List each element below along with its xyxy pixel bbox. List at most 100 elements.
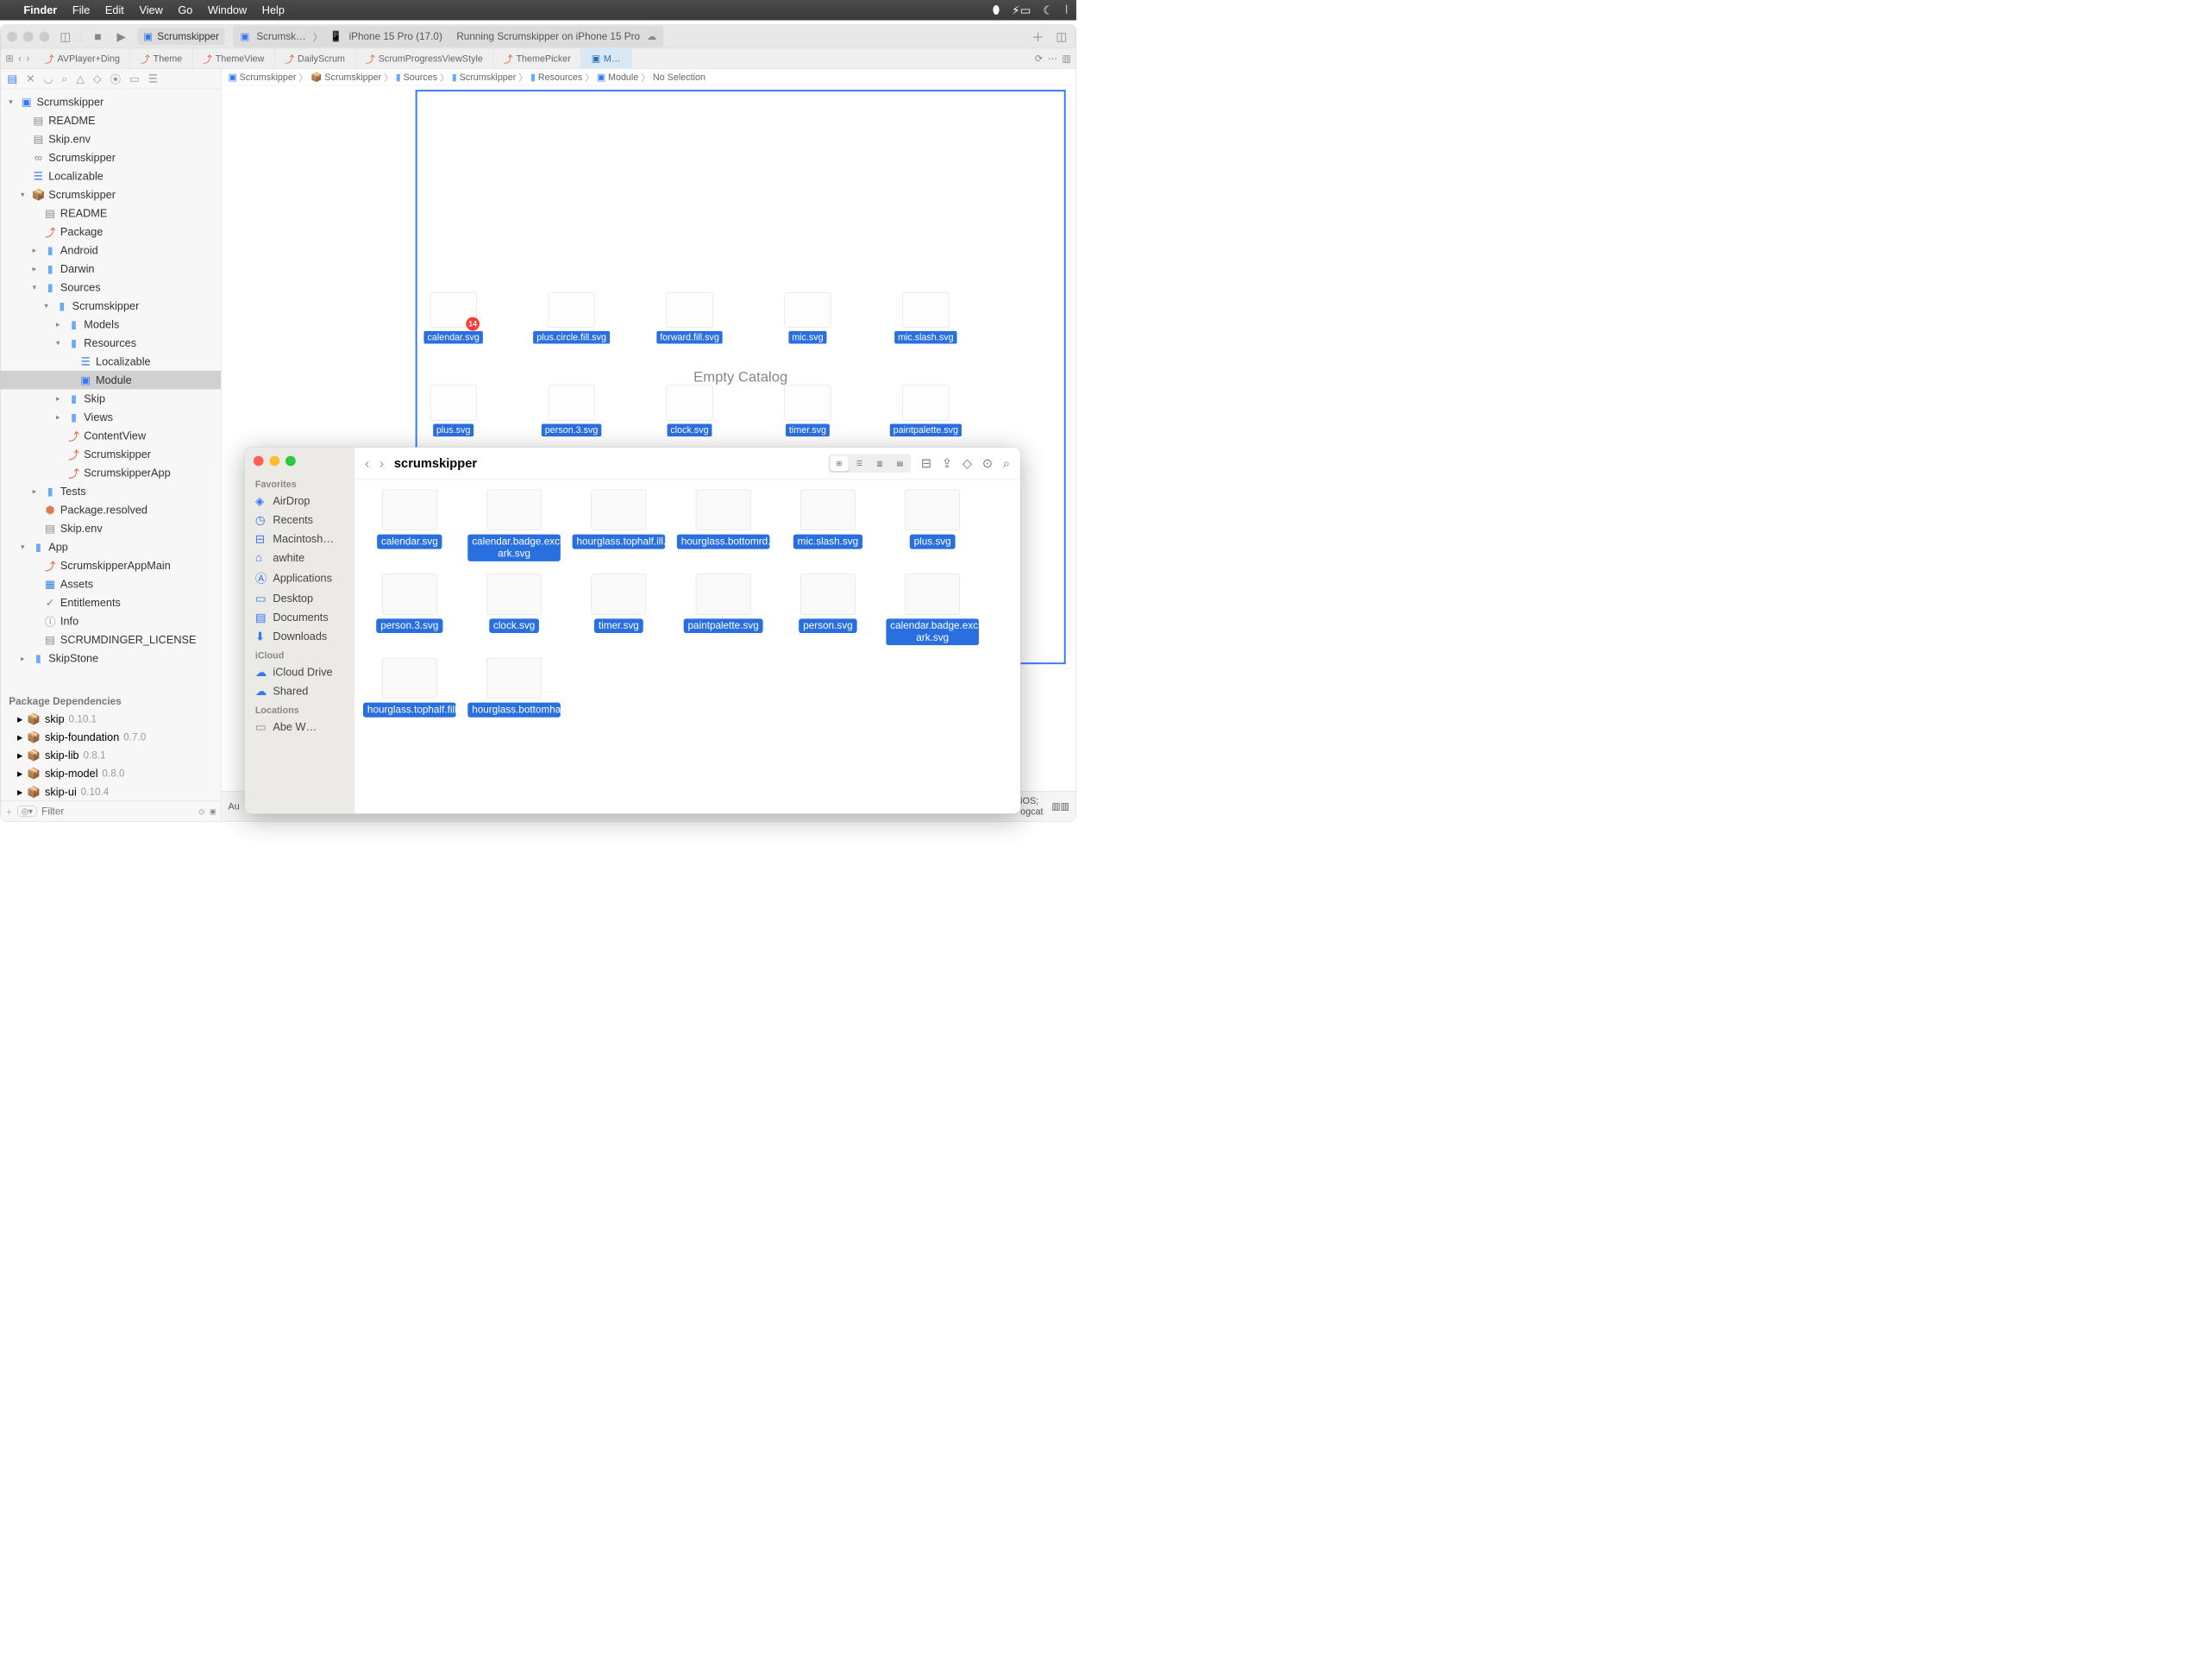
plus-icon[interactable]: ＋ [1031, 28, 1046, 44]
nav-item-localizable[interactable]: ☰Localizable [0, 166, 221, 185]
group-icon[interactable]: ⊟ [921, 456, 931, 471]
nav-item-tests[interactable]: ▸▮Tests [0, 482, 221, 501]
drag-file[interactable]: mic.slash.svg [896, 292, 955, 344]
nav-item-scrumskipperappmain[interactable]: ⤴︎ScrumskipperAppMain [0, 556, 221, 575]
library-icon[interactable]: ◫ [1054, 28, 1069, 44]
nav-item-skip-env[interactable]: ▤Skip.env [0, 129, 221, 148]
file-item[interactable]: hourglass.bottomrd.fill.svhalf.filled.sv… [681, 490, 766, 561]
dep-skip-model[interactable]: ▸📦skip-model 0.8.0 [0, 765, 221, 783]
tab-dailyscrum[interactable]: ⤴︎DailyScrum [275, 48, 356, 68]
refresh-icon[interactable]: ⟳ [1035, 53, 1043, 64]
file-item[interactable]: timer.svg [576, 574, 661, 645]
drag-file[interactable]: forward.fill.svg [660, 292, 718, 344]
nav-item-resources[interactable]: ▾▮Resources [0, 334, 221, 353]
debug-icon[interactable]: ⦿ [110, 71, 121, 86]
search-icon[interactable]: ⌕ [61, 72, 67, 85]
battery-icon[interactable]: ⚡︎▭ [1012, 3, 1032, 17]
drag-file[interactable]: clock.svg [660, 385, 718, 436]
file-item[interactable]: plus.svg [890, 490, 975, 561]
add-target-icon[interactable]: ＋ [5, 806, 12, 817]
nav-item-skip[interactable]: ▸▮Skip [0, 389, 221, 408]
menubar-app-name[interactable]: Finder [23, 3, 57, 16]
nav-item-readme[interactable]: ▤README [0, 204, 221, 223]
tag-icon[interactable]: ◇ [963, 456, 972, 471]
file-item[interactable]: hourglass.bottomhalf.filled.svg [472, 658, 556, 718]
sidebar-documents[interactable]: ▤Documents [245, 608, 354, 627]
back-button[interactable]: ‹ [365, 455, 369, 471]
do-not-disturb-icon[interactable]: ☾ [1043, 3, 1053, 17]
breakpoint-icon[interactable]: ▭ [129, 72, 140, 85]
nav-item-info[interactable]: ⓘInfo [0, 612, 221, 631]
menu-go[interactable]: Go [178, 3, 192, 16]
stop-button[interactable]: ■ [91, 28, 106, 44]
nav-item-scrumskipper[interactable]: ⤴︎Scrumskipper [0, 445, 221, 464]
menu-window[interactable]: Window [208, 3, 247, 16]
sidebar-awhite[interactable]: ⌂awhite [245, 549, 354, 567]
nav-item-contentview[interactable]: ⤴︎ContentView [0, 426, 221, 445]
file-item[interactable]: calendar.badge.exclamati…ark.svg [472, 490, 556, 561]
nav-item-assets[interactable]: ▦Assets [0, 575, 221, 594]
sidebar-macintosh…[interactable]: ⊟Macintosh… [245, 530, 354, 549]
dep-skip[interactable]: ▸📦skip 0.10.1 [0, 710, 221, 728]
file-item[interactable]: person.svg [786, 574, 870, 645]
nav-item-package-resolved[interactable]: ⬢Package.resolved [0, 500, 221, 519]
more-icon[interactable]: ⋯ [1048, 53, 1057, 64]
sidebar-shared[interactable]: ☁︎Shared [245, 681, 354, 700]
tab-themepicker[interactable]: ⤴︎ThemePicker [493, 48, 581, 68]
nav-item-scrumskipper[interactable]: ∞Scrumskipper [0, 148, 221, 167]
action-icon[interactable]: ⊙ [982, 456, 993, 471]
file-item[interactable]: person.3.svg [367, 574, 452, 645]
dep-skip-lib[interactable]: ▸📦skip-lib 0.8.1 [0, 747, 221, 765]
nav-item-package[interactable]: ⤴︎Package [0, 223, 221, 241]
drag-file[interactable]: paintpalette.svg [896, 385, 955, 436]
nav-item-app[interactable]: ▾▮App [0, 537, 221, 556]
wifi-icon[interactable]: ⦚ [1065, 3, 1068, 17]
scheme-selector[interactable]: ▣ Scrumskipper [137, 28, 224, 45]
nav-item-skipstone[interactable]: ▸▮SkipStone [0, 649, 221, 668]
sidebar-airdrop[interactable]: ◈AirDrop [245, 492, 354, 511]
sidebar-applications[interactable]: ⒶApplications [245, 567, 354, 588]
nav-item-scrumskipperapp[interactable]: ⤴︎ScrumskipperApp [0, 463, 221, 482]
share-icon[interactable]: ⇪ [942, 456, 952, 471]
tab-avplayer[interactable]: ⤴︎AVPlayer+Ding [34, 48, 130, 68]
nav-item-scrumskipper[interactable]: ▾📦Scrumskipper [0, 185, 221, 204]
tab-module[interactable]: ▣M… [581, 48, 631, 68]
nav-item-views[interactable]: ▸▮Views [0, 408, 221, 427]
clock-icon[interactable]: ◷ [198, 807, 204, 816]
nav-item-scrumdinger_license[interactable]: ▤SCRUMDINGER_LICENSE [0, 630, 221, 649]
sidebar-downloads[interactable]: ⬇Downloads [245, 627, 354, 646]
nav-item-scrumskipper[interactable]: ▾▮Scrumskipper [0, 297, 221, 316]
drag-file[interactable]: mic.svg [778, 292, 837, 344]
status-bar[interactable]: ▣ Scrumsk… 〉 📱 iPhone 15 Pro (17.0) Runn… [234, 26, 664, 47]
split-icon[interactable]: ▥ [1062, 53, 1070, 64]
folder-tab-icon[interactable]: ▤ [7, 72, 17, 85]
sidebar-desktop[interactable]: ▭Desktop [245, 589, 354, 608]
menu-edit[interactable]: Edit [105, 3, 124, 16]
nav-item-scrumskipper[interactable]: ▾▣Scrumskipper [0, 92, 221, 111]
nav-item-entitlements[interactable]: ✓Entitlements [0, 593, 221, 612]
file-item[interactable]: hourglass.tophalf.filled.svg [367, 658, 452, 718]
breadcrumb[interactable]: ▣Scrumskipper〉 📦Scrumskipper〉 ▮Sources〉 … [222, 69, 1076, 86]
menu-view[interactable]: View [139, 3, 162, 16]
drag-file[interactable]: 14calendar.svg [423, 292, 482, 344]
menu-help[interactable]: Help [262, 3, 285, 16]
tab-progress[interactable]: ⤴︎ScrumProgressViewStyle [355, 48, 493, 68]
warning-icon[interactable]: △ [76, 72, 85, 85]
nav-item-darwin[interactable]: ▸▮Darwin [0, 260, 221, 279]
sidebar-location[interactable]: ▭Abe W… [245, 718, 354, 737]
tab-themeview[interactable]: ⤴︎ThemeView [192, 48, 274, 68]
traffic-lights[interactable] [7, 31, 49, 41]
forward-button[interactable]: › [379, 455, 384, 471]
file-item[interactable]: hourglass.tophalf.ill.svfilled.svg [576, 490, 661, 561]
nav-item-skip-env[interactable]: ▤Skip.env [0, 519, 221, 538]
nav-item-module[interactable]: ▣Module [0, 371, 221, 390]
sidebar-icloud-drive[interactable]: ☁︎iCloud Drive [245, 662, 354, 681]
panel-toggle-icon[interactable]: ▥▥ [1051, 800, 1069, 812]
sidebar-toggle-icon[interactable]: ◫ [58, 28, 73, 44]
drag-file[interactable]: person.3.svg [542, 385, 600, 436]
drag-file[interactable]: plus.svg [423, 385, 482, 436]
nav-item-localizable[interactable]: ☰Localizable [0, 352, 221, 371]
nav-item-android[interactable]: ▸▮Android [0, 241, 221, 260]
drag-file[interactable]: plus.circle.fill.svg [542, 292, 600, 344]
file-item[interactable]: calendar.svg [367, 490, 452, 561]
